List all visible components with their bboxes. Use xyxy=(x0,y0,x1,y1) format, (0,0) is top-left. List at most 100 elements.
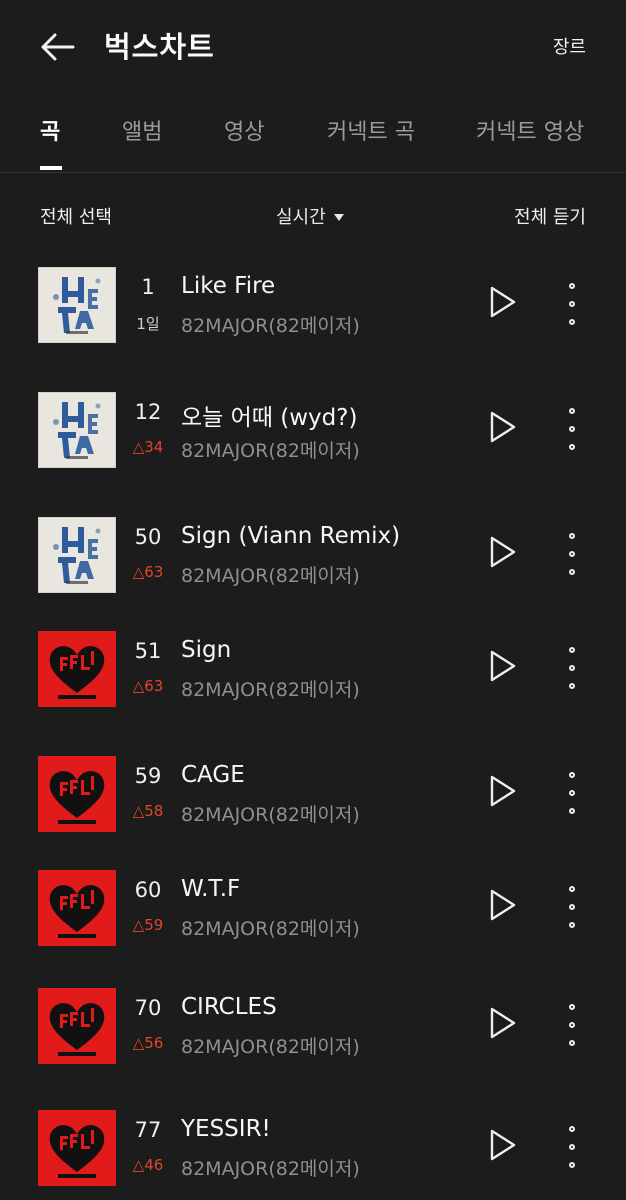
play-icon xyxy=(490,1129,516,1161)
rank-number: 70 xyxy=(134,996,162,1020)
song-artist[interactable]: 82MAJOR(82메이저) xyxy=(181,800,360,827)
rank-change: △63 xyxy=(132,677,164,695)
more-vertical-icon xyxy=(569,283,575,289)
song-title[interactable]: Sign xyxy=(181,637,231,663)
rank-number: 77 xyxy=(134,1118,162,1142)
more-dot xyxy=(569,444,575,450)
more-options-button[interactable] xyxy=(558,772,586,814)
song-artist[interactable]: 82MAJOR(82메이저) xyxy=(181,914,360,941)
chart-row[interactable]: 12 △34 오늘 어때 (wyd?) 82MAJOR(82메이저) xyxy=(0,392,626,492)
song-title[interactable]: CIRCLES xyxy=(181,994,277,1020)
more-options-button[interactable] xyxy=(558,533,586,575)
play-icon xyxy=(490,1007,516,1039)
rank-change: △58 xyxy=(132,802,164,820)
song-artist[interactable]: 82MAJOR(82메이저) xyxy=(181,311,360,338)
more-options-button[interactable] xyxy=(558,1126,586,1168)
chart-row[interactable]: 60 △59 W.T.F 82MAJOR(82메이저) xyxy=(0,870,626,970)
album-cover[interactable] xyxy=(38,870,116,946)
album-cover[interactable] xyxy=(38,988,116,1064)
rank-number: 50 xyxy=(134,525,162,549)
more-options-button[interactable] xyxy=(558,1004,586,1046)
more-vertical-icon xyxy=(569,1004,575,1010)
song-title[interactable]: W.T.F xyxy=(181,876,240,902)
period-dropdown[interactable]: 실시간 xyxy=(276,203,344,229)
album-art-red xyxy=(38,756,116,832)
song-artist[interactable]: 82MAJOR(82메이저) xyxy=(181,436,360,463)
chart-row[interactable]: 59 △58 CAGE 82MAJOR(82메이저) xyxy=(0,756,626,856)
back-button[interactable] xyxy=(36,26,78,68)
chart-row[interactable]: 50 △63 Sign (Viann Remix) 82MAJOR(82메이저) xyxy=(0,517,626,617)
page-title: 벅스차트 xyxy=(104,30,215,64)
select-all-button[interactable]: 전체 선택 xyxy=(40,203,112,229)
song-artist[interactable]: 82MAJOR(82메이저) xyxy=(181,675,360,702)
album-cover[interactable] xyxy=(38,756,116,832)
tab-connect-videos[interactable]: 커넥트 영상 xyxy=(476,114,584,146)
play-button[interactable] xyxy=(488,1128,522,1166)
period-label: 실시간 xyxy=(276,207,326,228)
more-dot xyxy=(569,319,575,325)
play-button[interactable] xyxy=(488,774,522,812)
song-title[interactable]: Sign (Viann Remix) xyxy=(181,523,400,549)
more-vertical-icon xyxy=(569,886,575,892)
rank-change: △34 xyxy=(132,438,164,456)
album-cover[interactable] xyxy=(38,517,116,593)
genre-button[interactable]: 장르 xyxy=(553,33,586,59)
album-cover[interactable] xyxy=(38,1110,116,1186)
rank-number: 59 xyxy=(134,764,162,788)
caret-down-icon xyxy=(333,213,344,221)
song-artist[interactable]: 82MAJOR(82메이저) xyxy=(181,561,360,588)
album-cover[interactable] xyxy=(38,631,116,707)
rank-number: 51 xyxy=(134,639,162,663)
song-title[interactable]: 오늘 어때 (wyd?) xyxy=(181,398,357,432)
play-button[interactable] xyxy=(488,285,522,323)
more-dot xyxy=(569,665,575,671)
play-button[interactable] xyxy=(488,1006,522,1044)
rank-change: 1일 xyxy=(136,315,160,333)
album-cover[interactable] xyxy=(38,267,116,343)
more-vertical-icon xyxy=(569,1126,575,1132)
more-options-button[interactable] xyxy=(558,647,586,689)
song-title[interactable]: CAGE xyxy=(181,762,245,788)
more-options-button[interactable] xyxy=(558,283,586,325)
play-button[interactable] xyxy=(488,535,522,573)
more-dot xyxy=(569,551,575,557)
album-art-red xyxy=(38,870,116,946)
tab-songs[interactable]: 곡 xyxy=(40,114,60,146)
more-dot xyxy=(569,790,575,796)
tab-albums[interactable]: 앨범 xyxy=(122,114,162,146)
rank-change: △63 xyxy=(132,563,164,581)
play-icon xyxy=(490,286,516,318)
play-button[interactable] xyxy=(488,649,522,687)
play-all-button[interactable]: 전체 듣기 xyxy=(514,203,586,229)
more-dot xyxy=(569,1144,575,1150)
more-dot xyxy=(569,904,575,910)
more-options-button[interactable] xyxy=(558,408,586,450)
chart-row[interactable]: 77 △46 YESSIR! 82MAJOR(82메이저) xyxy=(0,1110,626,1200)
tab-videos[interactable]: 영상 xyxy=(224,114,264,146)
more-dot xyxy=(569,808,575,814)
more-dot xyxy=(569,683,575,689)
album-art-red xyxy=(38,988,116,1064)
play-button[interactable] xyxy=(488,410,522,448)
song-title[interactable]: YESSIR! xyxy=(181,1116,271,1142)
song-title[interactable]: Like Fire xyxy=(181,273,275,299)
more-options-button[interactable] xyxy=(558,886,586,928)
play-icon xyxy=(490,775,516,807)
play-icon xyxy=(490,889,516,921)
album-cover[interactable] xyxy=(38,392,116,468)
more-vertical-icon xyxy=(569,533,575,539)
tab-connect-songs[interactable]: 커넥트 곡 xyxy=(327,114,415,146)
rank-number: 60 xyxy=(134,878,162,902)
more-dot xyxy=(569,301,575,307)
play-icon xyxy=(490,411,516,443)
list-controls: 전체 선택 실시간 전체 듣기 xyxy=(0,195,626,239)
play-button[interactable] xyxy=(488,888,522,926)
chart-row[interactable]: 1 1일 Like Fire 82MAJOR(82메이저) xyxy=(0,267,626,367)
song-artist[interactable]: 82MAJOR(82메이저) xyxy=(181,1154,360,1181)
album-art-blue xyxy=(38,267,116,343)
more-vertical-icon xyxy=(569,647,575,653)
chart-row[interactable]: 70 △56 CIRCLES 82MAJOR(82메이저) xyxy=(0,988,626,1088)
album-art-red xyxy=(38,631,116,707)
song-artist[interactable]: 82MAJOR(82메이저) xyxy=(181,1032,360,1059)
chart-row[interactable]: 51 △63 Sign 82MAJOR(82메이저) xyxy=(0,631,626,731)
